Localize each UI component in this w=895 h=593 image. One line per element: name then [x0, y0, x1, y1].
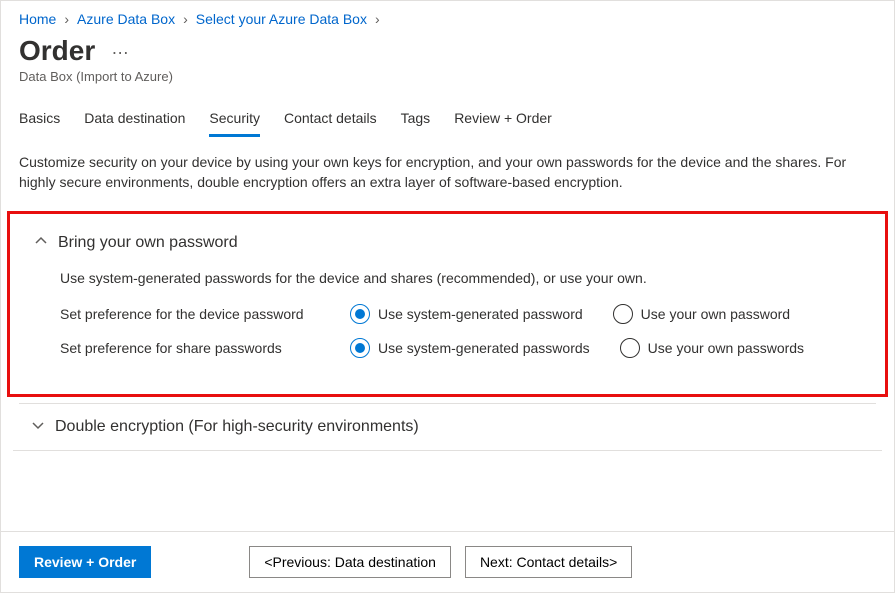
share-passwords-system-generated[interactable]: Use system-generated passwords — [350, 338, 590, 358]
chevron-right-icon: › — [64, 11, 69, 27]
radio-icon — [620, 338, 640, 358]
chevron-up-icon — [34, 235, 48, 250]
tab-data-destination[interactable]: Data destination — [84, 110, 185, 137]
wizard-tabs: Basics Data destination Security Contact… — [1, 92, 894, 138]
device-password-label: Set preference for the device password — [60, 306, 350, 322]
page-subtitle: Data Box (Import to Azure) — [19, 69, 876, 84]
breadcrumb: Home › Azure Data Box › Select your Azur… — [1, 1, 894, 31]
device-password-system-generated[interactable]: Use system-generated password — [350, 304, 583, 324]
more-icon[interactable]: … — [111, 38, 129, 58]
previous-button[interactable]: <Previous: Data destination — [249, 546, 451, 578]
device-password-own[interactable]: Use your own password — [613, 304, 790, 324]
radio-label: Use your own passwords — [648, 340, 804, 356]
chevron-right-icon: › — [183, 11, 188, 27]
share-passwords-label: Set preference for share passwords — [60, 340, 350, 356]
share-passwords-own[interactable]: Use your own passwords — [620, 338, 804, 358]
section-header-password[interactable]: Bring your own password — [22, 230, 873, 256]
tab-description: Customize security on your device by usi… — [1, 138, 871, 205]
chevron-down-icon — [31, 419, 45, 434]
page-title: Order — [19, 35, 95, 67]
review-order-button[interactable]: Review + Order — [19, 546, 151, 578]
breadcrumb-item[interactable]: Select your Azure Data Box — [196, 11, 367, 27]
next-button[interactable]: Next: Contact details> — [465, 546, 632, 578]
tab-tags[interactable]: Tags — [401, 110, 431, 137]
section-title: Bring your own password — [58, 234, 238, 252]
tab-basics[interactable]: Basics — [19, 110, 60, 137]
tab-review-order[interactable]: Review + Order — [454, 110, 552, 137]
radio-label: Use system-generated passwords — [378, 340, 590, 356]
radio-icon — [350, 338, 370, 358]
chevron-right-icon: › — [375, 11, 380, 27]
section-title: Double encryption (For high-security env… — [55, 418, 419, 436]
radio-icon — [613, 304, 633, 324]
wizard-footer: Review + Order <Previous: Data destinati… — [1, 531, 894, 592]
breadcrumb-item[interactable]: Home — [19, 11, 56, 27]
radio-label: Use system-generated password — [378, 306, 583, 322]
radio-label: Use your own password — [641, 306, 790, 322]
radio-icon — [350, 304, 370, 324]
breadcrumb-item[interactable]: Azure Data Box — [77, 11, 175, 27]
double-encryption-section[interactable]: Double encryption (For high-security env… — [13, 404, 882, 451]
section-intro: Use system-generated passwords for the d… — [60, 270, 861, 286]
tab-security[interactable]: Security — [209, 110, 260, 137]
tab-contact-details[interactable]: Contact details — [284, 110, 377, 137]
bring-your-own-password-section: Bring your own password Use system-gener… — [7, 211, 888, 397]
